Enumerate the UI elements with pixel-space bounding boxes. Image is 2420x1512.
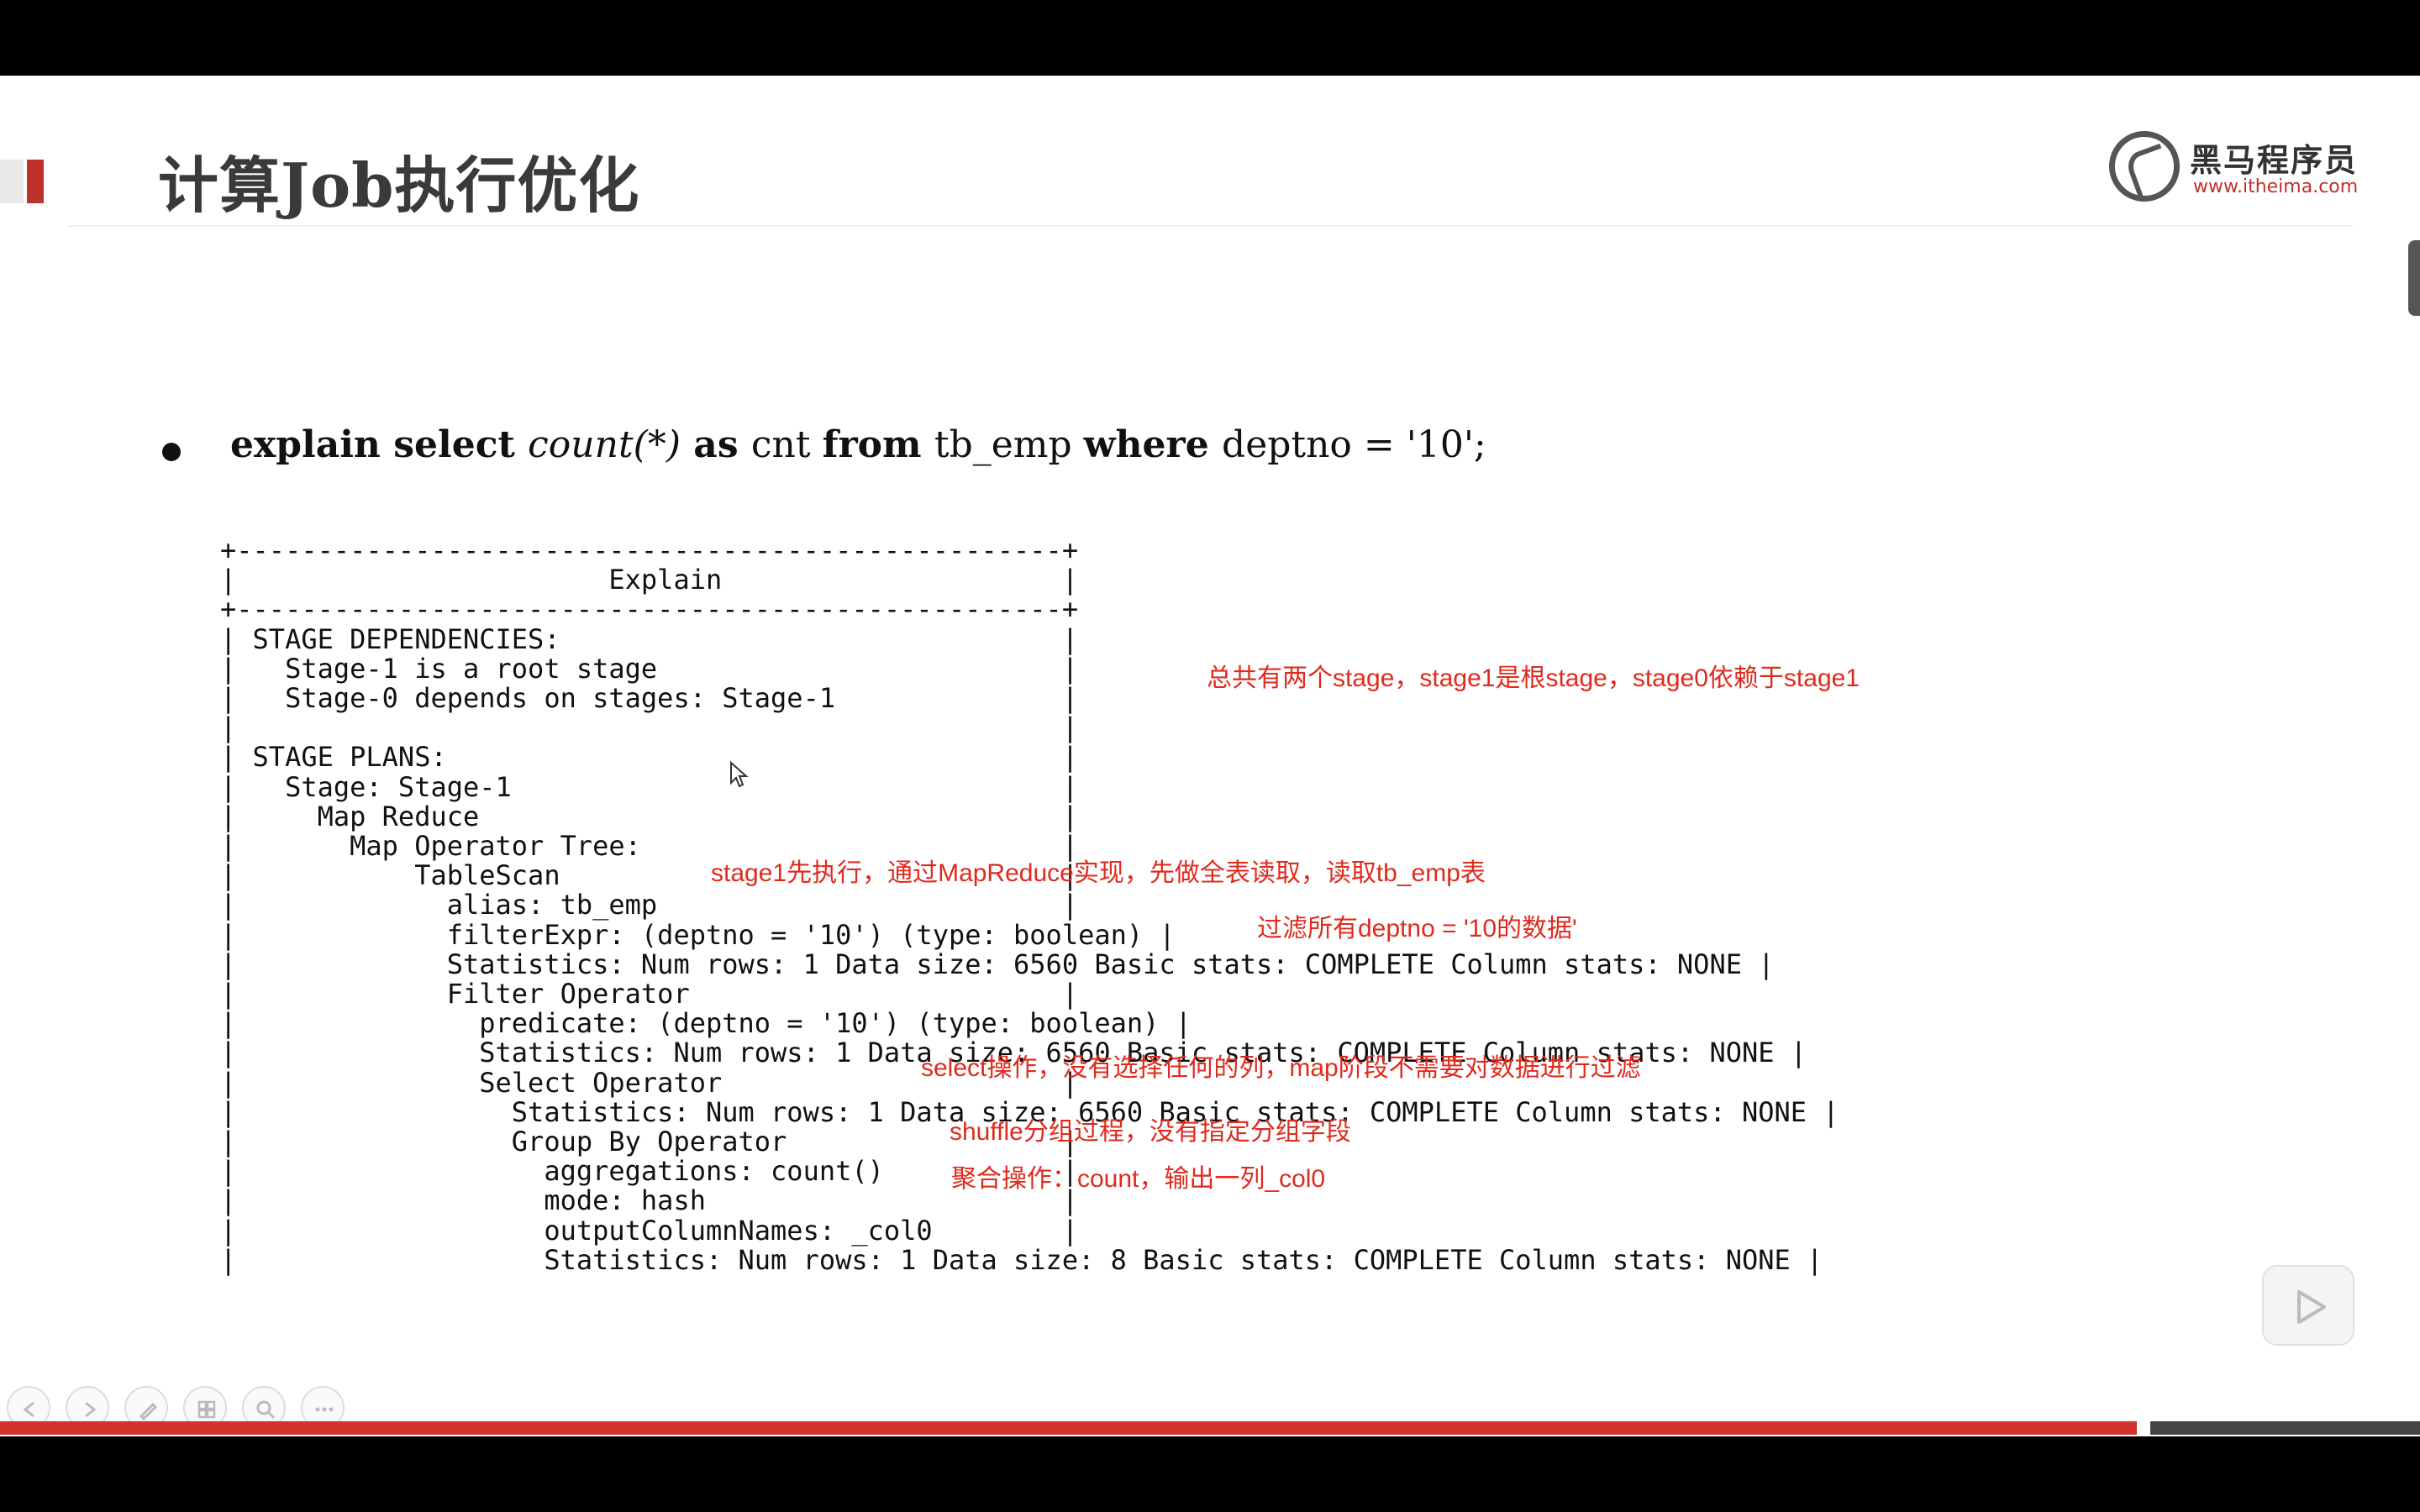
explain-line: | Statistics: Num rows: 1 Data size: 8 B… [220, 1243, 1823, 1276]
kw-explain-select: explain select [230, 423, 529, 466]
play-icon [2297, 1290, 2326, 1324]
table-name: tb_emp [934, 423, 1084, 466]
title-divider [67, 225, 2353, 227]
annotation-stage1: stage1先执行，通过MapReduce实现，先做全表读取，读取tb_emp表 [711, 859, 1486, 887]
slide: 计算Job执行优化 黑马程序员 www.itheima.com explain … [0, 76, 2420, 1436]
progress-handle[interactable] [2137, 1421, 2150, 1435]
annotation-shuffle: shuffle分组过程，没有指定分组字段 [950, 1118, 1351, 1146]
annotation-aggregate: 聚合操作：count，输出一列_col0 [951, 1165, 1326, 1193]
explain-line: | aggregations: count() | [220, 1155, 1079, 1188]
explain-line: | Stage-0 depends on stages: Stage-1 | [220, 682, 1079, 715]
title-bar [27, 160, 44, 203]
kw-where: where [1083, 423, 1223, 466]
fn-count: count(*) [528, 423, 681, 466]
explain-line: | alias: tb_emp | [220, 889, 1079, 921]
play-button[interactable] [2262, 1265, 2354, 1346]
explain-line: | Explain | [220, 564, 1079, 596]
explain-line: | Stage: Stage-1 | [220, 770, 1079, 803]
explain-line: | outputColumnNames: _col0 | [220, 1214, 1079, 1247]
bullet-dot [162, 443, 181, 461]
video-progress-bar[interactable] [0, 1421, 2420, 1435]
explain-line: | mode: hash | [220, 1184, 1079, 1217]
progress-fill [0, 1421, 2137, 1435]
slide-title: 计算Job执行优化 [158, 150, 640, 221]
explain-command: explain select count(*) as cnt from tb_e… [230, 423, 1486, 466]
where-condition: deptno = '10'; [1222, 423, 1486, 466]
explain-line: | Statistics: Num rows: 1 Data size: 656… [220, 948, 1775, 980]
explain-line: +---------------------------------------… [220, 593, 1079, 626]
itheima-logo: 黑马程序员 www.itheima.com [2109, 131, 2361, 215]
kw-as: as [680, 423, 751, 466]
logo-mark-icon [2109, 131, 2180, 202]
title-accent [0, 160, 24, 203]
logo-name: 黑马程序员 [2190, 142, 2359, 179]
explain-line: | STAGE DEPENDENCIES: | [220, 622, 1079, 655]
explain-line: | Stage-1 is a root stage | [220, 652, 1079, 685]
explain-line: | | [220, 711, 1079, 744]
side-panel-handle[interactable] [2408, 240, 2420, 316]
logo-url: www.itheima.com [2193, 176, 2359, 197]
annotation-filter: 过滤所有deptno = '10的数据' [1257, 915, 1577, 942]
explain-line: | Map Reduce | [220, 800, 1079, 832]
alias-cnt: cnt [750, 423, 823, 466]
explain-line: | STAGE PLANS: | [220, 741, 1079, 774]
annotation-select: select操作，没有选择任何的列，map阶段不需要对数据进行过滤 [921, 1054, 1641, 1082]
annotation-stages: 总共有两个stage，stage1是根stage，stage0依赖于stage1 [1207, 664, 1860, 692]
explain-line: | predicate: (deptno = '10') (type: bool… [220, 1007, 1192, 1040]
explain-line: | filterExpr: (deptno = '10') (type: boo… [220, 918, 1176, 951]
kw-from: from [822, 423, 934, 466]
explain-line: +---------------------------------------… [220, 534, 1079, 566]
explain-line: | Filter Operator | [220, 978, 1079, 1011]
